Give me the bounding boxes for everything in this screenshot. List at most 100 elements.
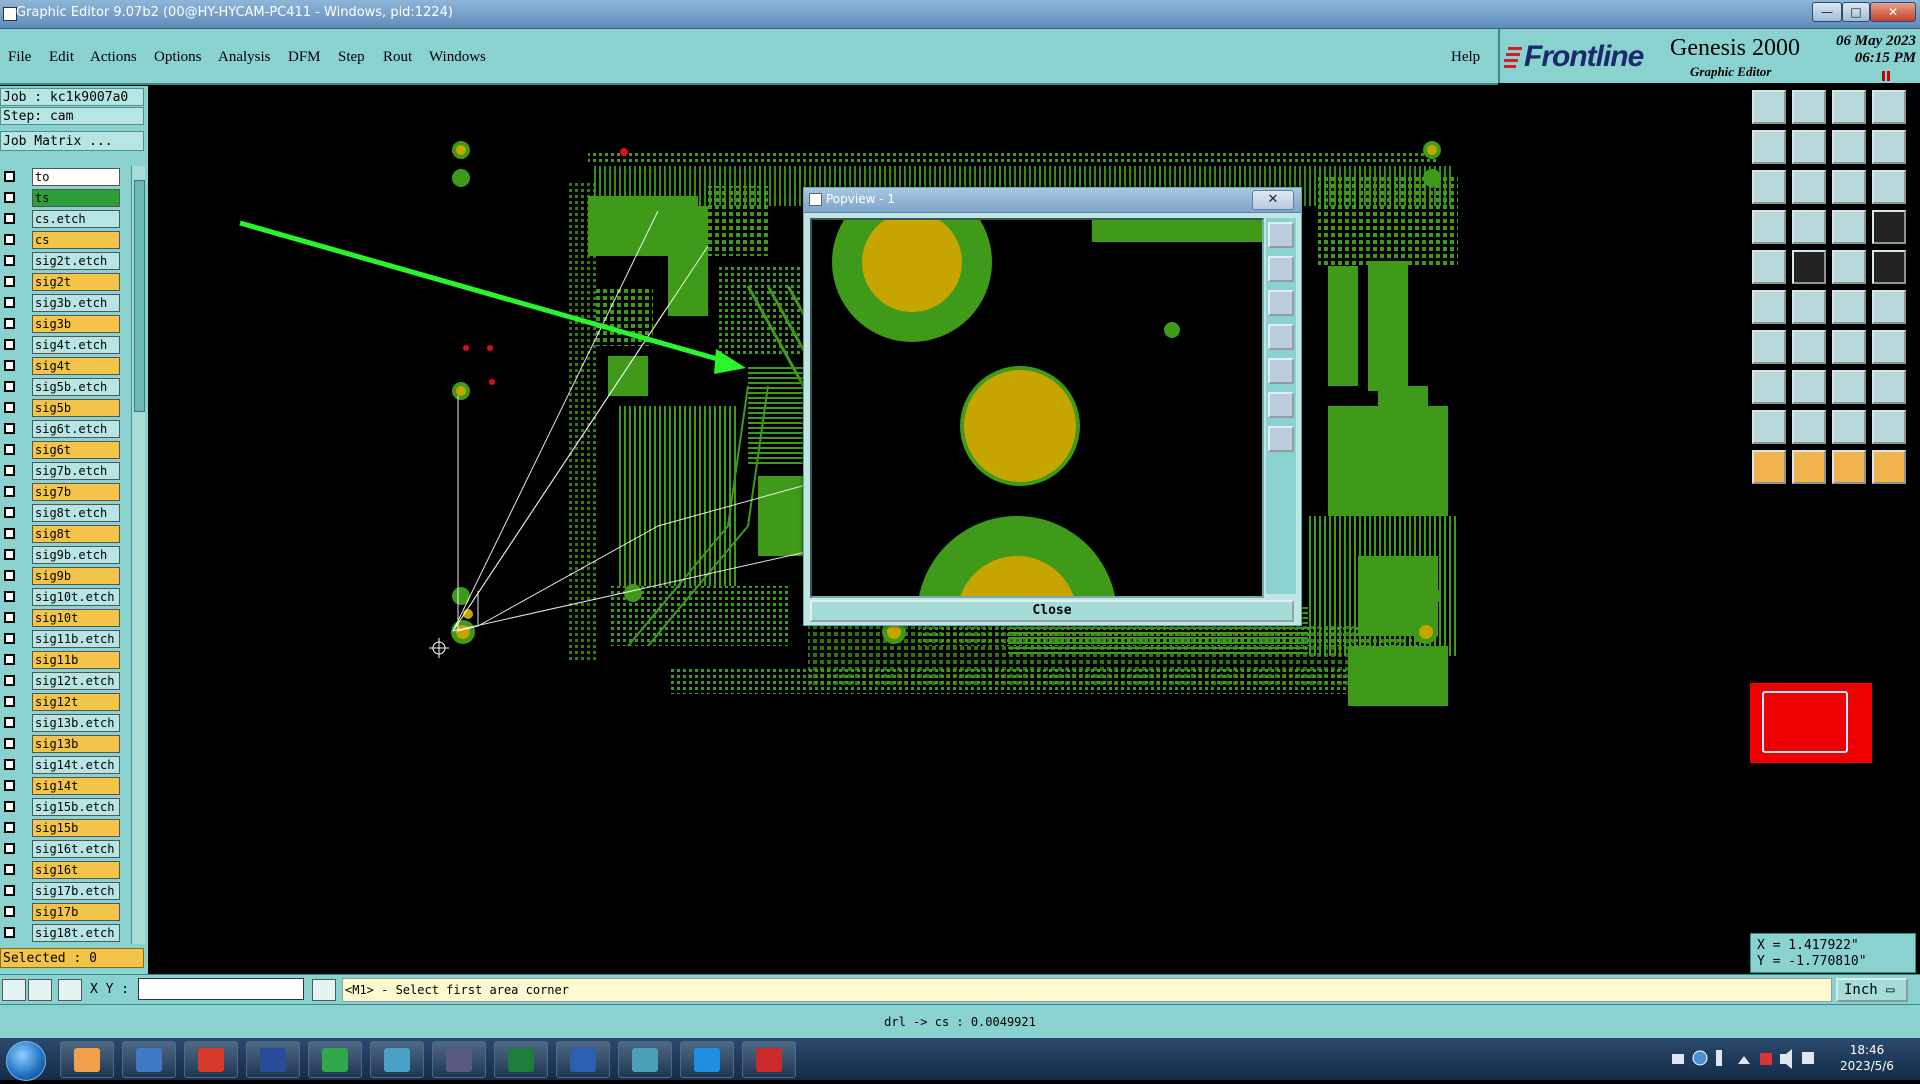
tool-origin-icon[interactable]: [1752, 370, 1786, 404]
layer-checkbox[interactable]: [4, 549, 15, 560]
layer-checkbox[interactable]: [4, 276, 15, 287]
layer-row[interactable]: sig7b: [0, 481, 130, 501]
layer-name[interactable]: sig4t.etch: [32, 336, 120, 354]
tool-snap-bottom-icon[interactable]: [1792, 90, 1826, 124]
layer-name[interactable]: ts: [32, 189, 120, 207]
layer-row[interactable]: sig14t: [0, 775, 130, 795]
layer-row[interactable]: sig10t.etch: [0, 586, 130, 606]
layer-row[interactable]: sig17b: [0, 901, 130, 921]
layer-name[interactable]: sig5b.etch: [32, 378, 120, 396]
layer-scrollbar[interactable]: [131, 166, 145, 944]
tool-tri1-icon[interactable]: [1752, 410, 1786, 444]
layer-checkbox[interactable]: [4, 927, 15, 938]
tool-help-icon[interactable]: [1872, 170, 1906, 204]
menu-edit[interactable]: Edit: [49, 49, 74, 66]
layer-row[interactable]: sig8t.etch: [0, 502, 130, 522]
tool-cross-icon[interactable]: [1792, 290, 1826, 324]
layer-checkbox[interactable]: [4, 675, 15, 686]
menu-file[interactable]: File: [8, 49, 31, 66]
layer-checkbox[interactable]: [4, 654, 15, 665]
layer-row[interactable]: sig5b.etch: [0, 376, 130, 396]
popview-tool-pan-right-icon[interactable]: [1268, 358, 1294, 384]
layer-row[interactable]: sig9b.etch: [0, 544, 130, 564]
layer-row[interactable]: sig4t: [0, 355, 130, 375]
layer-name[interactable]: sig14t: [32, 777, 120, 795]
layer-name[interactable]: cs.etch: [32, 210, 120, 228]
layer-row[interactable]: to: [0, 166, 130, 186]
start-button[interactable]: [6, 1041, 46, 1081]
tool-select2-icon[interactable]: [1792, 450, 1826, 484]
popview-tool-zoom-out-icon[interactable]: [1268, 256, 1294, 282]
layer-checkbox[interactable]: [4, 318, 15, 329]
layer-name[interactable]: sig15b: [32, 819, 120, 837]
layer-name[interactable]: sig14t.etch: [32, 756, 120, 774]
layer-checkbox[interactable]: [4, 822, 15, 833]
popview-close-button[interactable]: Close: [810, 600, 1294, 622]
taskbar-app-button[interactable]: [680, 1041, 734, 1078]
layer-name[interactable]: sig13b: [32, 735, 120, 753]
unit-selector[interactable]: Inch ▭: [1836, 978, 1908, 1002]
layer-row[interactable]: sig16t.etch: [0, 838, 130, 858]
tool-minus-icon[interactable]: [1792, 370, 1826, 404]
tool-zoom-in-icon[interactable]: [1792, 170, 1826, 204]
layer-name[interactable]: sig13b.etch: [32, 714, 120, 732]
menu-dfm[interactable]: DFM: [288, 49, 321, 66]
popview-tool-home-icon[interactable]: [1268, 426, 1294, 452]
layer-row[interactable]: sig11b: [0, 649, 130, 669]
taskbar-app-button[interactable]: [60, 1041, 114, 1078]
tool-dfm-icon[interactable]: [1872, 330, 1906, 364]
tool-pad-icon[interactable]: [1752, 250, 1786, 284]
layer-row[interactable]: sig3b.etch: [0, 292, 130, 312]
layer-row[interactable]: sig15b.etch: [0, 796, 130, 816]
layer-checkbox[interactable]: [4, 507, 15, 518]
menu-actions[interactable]: Actions: [90, 49, 137, 66]
layer-checkbox[interactable]: [4, 444, 15, 455]
layer-checkbox[interactable]: [4, 801, 15, 812]
tool-fill-icon[interactable]: [1872, 290, 1906, 324]
layer-checkbox[interactable]: [4, 612, 15, 623]
layer-row[interactable]: sig18t.etch: [0, 922, 130, 942]
layer-row[interactable]: sig11b.etch: [0, 628, 130, 648]
layer-row[interactable]: sig15b: [0, 817, 130, 837]
tool-zoom-1to1-icon[interactable]: [1832, 170, 1866, 204]
menu-help[interactable]: Help: [1451, 49, 1480, 66]
layer-name[interactable]: sig10t: [32, 609, 120, 627]
layer-row[interactable]: sig17b.etch: [0, 880, 130, 900]
layer-row[interactable]: sig12t: [0, 691, 130, 711]
taskbar-clock[interactable]: 18:46 2023/5/6: [1822, 1042, 1912, 1074]
tool-swap-icon[interactable]: [1832, 290, 1866, 324]
layer-row[interactable]: sig16t: [0, 859, 130, 879]
scroll-thumb[interactable]: [134, 180, 145, 412]
layer-checkbox[interactable]: [4, 759, 15, 770]
layer-name[interactable]: sig16t: [32, 861, 120, 879]
tool-select4-icon[interactable]: [1872, 450, 1906, 484]
grid-icon[interactable]: [58, 979, 82, 1001]
menu-step[interactable]: Step: [338, 49, 365, 66]
tool-frame-icon[interactable]: [1872, 90, 1906, 124]
layer-checkbox[interactable]: [4, 570, 15, 581]
tool-measure-icon[interactable]: [1752, 210, 1786, 244]
layer-row[interactable]: sig8t: [0, 523, 130, 543]
popview-tool-zoom-in-icon[interactable]: [1268, 222, 1294, 248]
layer-name[interactable]: sig2t.etch: [32, 252, 120, 270]
layer-name[interactable]: sig11b: [32, 651, 120, 669]
layer-name[interactable]: sig5b: [32, 399, 120, 417]
layer-checkbox[interactable]: [4, 486, 15, 497]
layer-row[interactable]: sig12t.etch: [0, 670, 130, 690]
job-matrix-button[interactable]: Job Matrix ...: [0, 131, 144, 151]
layer-checkbox[interactable]: [4, 528, 15, 539]
layer-checkbox[interactable]: [4, 402, 15, 413]
navigation-overview[interactable]: [1750, 683, 1872, 763]
layer-checkbox[interactable]: [4, 360, 15, 371]
layer-row[interactable]: sig7b.etch: [0, 460, 130, 480]
layer-name[interactable]: sig6t.etch: [32, 420, 120, 438]
layer-checkbox[interactable]: [4, 381, 15, 392]
layer-name[interactable]: to: [32, 168, 120, 186]
menu-windows[interactable]: Windows: [429, 49, 486, 66]
taskbar-app-button[interactable]: [742, 1041, 796, 1078]
layer-checkbox[interactable]: [4, 591, 15, 602]
layer-name[interactable]: cs: [32, 231, 120, 249]
layer-checkbox[interactable]: [4, 465, 15, 476]
layer-checkbox[interactable]: [4, 864, 15, 875]
tool-tri4-icon[interactable]: [1872, 410, 1906, 444]
